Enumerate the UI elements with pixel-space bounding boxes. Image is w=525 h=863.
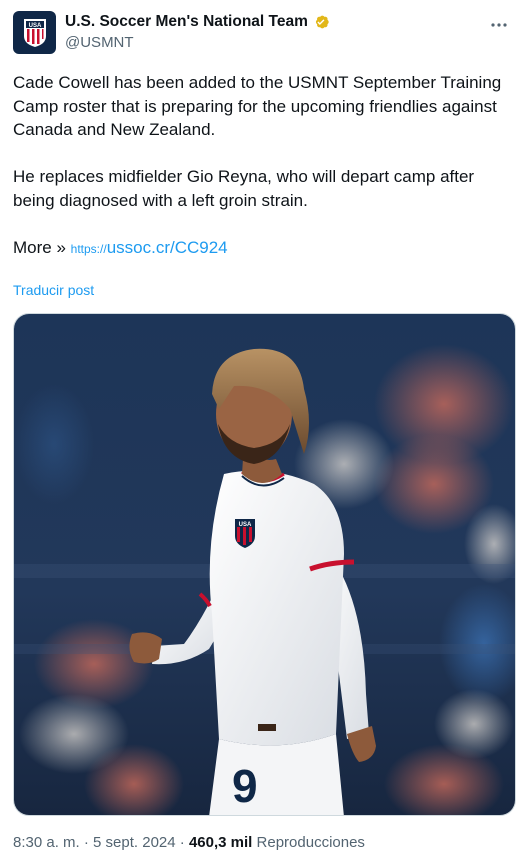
- more-dots-icon: [491, 23, 507, 27]
- tweet-link-text[interactable]: ussoc.cr/CC924: [107, 238, 228, 257]
- meta-separator: ·: [179, 834, 185, 851]
- avatar-crest-text: USA: [28, 23, 41, 29]
- tweet-link[interactable]: https://ussoc.cr/CC924: [71, 238, 228, 257]
- tweet-more-line: More » https://ussoc.cr/CC924: [13, 236, 513, 262]
- views-count: 460,3 mil: [188, 834, 253, 851]
- verified-badge-icon[interactable]: [312, 13, 330, 31]
- tweet-link-protocol[interactable]: https://: [71, 242, 107, 256]
- tweet-time[interactable]: 8:30 a. m.: [13, 834, 80, 851]
- tweet-header: USA U.S. Soccer Men's National Team @USM…: [13, 9, 513, 59]
- author-display-name[interactable]: U.S. Soccer Men's National Team: [65, 12, 308, 32]
- jersey-crest-text: USA: [239, 522, 252, 528]
- avatar[interactable]: USA: [13, 11, 56, 54]
- more-options-button[interactable]: [487, 13, 511, 37]
- tweet-paragraph-2: He replaces midfielder Gio Reyna, who wi…: [13, 167, 475, 210]
- author-names: U.S. Soccer Men's National Team @USMNT: [65, 12, 330, 53]
- usa-crest-icon: USA: [23, 18, 46, 47]
- views-label: Reproducciones: [256, 834, 365, 851]
- author-handle[interactable]: @USMNT: [65, 33, 330, 53]
- tweet-text: Cade Cowell has been added to the USMNT …: [13, 71, 513, 261]
- jersey-number: 9: [232, 760, 258, 812]
- author-display-name-row[interactable]: U.S. Soccer Men's National Team: [65, 12, 330, 32]
- player-photo-illustration: USA 9: [14, 314, 515, 815]
- meta-separator: ·: [83, 834, 89, 851]
- tweet-meta: 8:30 a. m. · 5 sept. 2024 · 460,3 mil Re…: [13, 834, 365, 851]
- more-label: More »: [13, 237, 66, 257]
- tweet-paragraph-1: Cade Cowell has been added to the USMNT …: [13, 73, 502, 139]
- tweet-date[interactable]: 5 sept. 2024: [93, 834, 176, 851]
- tweet-photo[interactable]: USA 9: [13, 313, 516, 816]
- translate-post-link[interactable]: Traducir post: [13, 282, 94, 298]
